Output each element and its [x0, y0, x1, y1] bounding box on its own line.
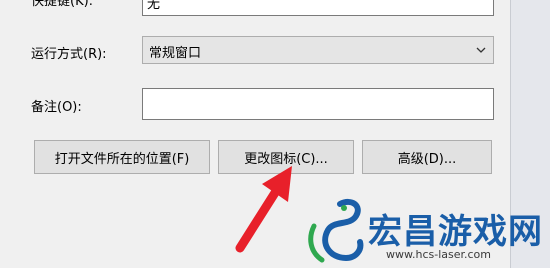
advanced-button[interactable]: 高级(D)...: [362, 140, 492, 174]
shortcut-key-value: 无: [147, 0, 161, 12]
comment-label: 备注(O):: [31, 100, 82, 115]
open-file-location-label: 打开文件所在的位置(F): [54, 151, 190, 167]
watermark-url: www.hcs-laser.com: [386, 248, 491, 261]
run-mode-select[interactable]: 常规窗口: [142, 36, 494, 64]
shortcut-key-label: 快捷键(K):: [31, 0, 94, 9]
chevron-down-icon: [476, 47, 486, 53]
open-file-location-button[interactable]: 打开文件所在的位置(F): [34, 140, 210, 174]
watermark: 宏昌游戏网 www.hcs-laser.com: [296, 196, 550, 268]
advanced-label: 高级(D)...: [397, 151, 457, 167]
watermark-title: 宏昌游戏网: [368, 212, 543, 252]
comment-field[interactable]: [142, 88, 494, 120]
dragon-logo-icon: [308, 198, 364, 263]
run-mode-value: 常规窗口: [149, 46, 202, 61]
red-arrow-icon: [235, 166, 292, 253]
shortcut-key-field[interactable]: 无: [142, 0, 494, 16]
run-mode-label: 运行方式(R):: [31, 47, 107, 62]
